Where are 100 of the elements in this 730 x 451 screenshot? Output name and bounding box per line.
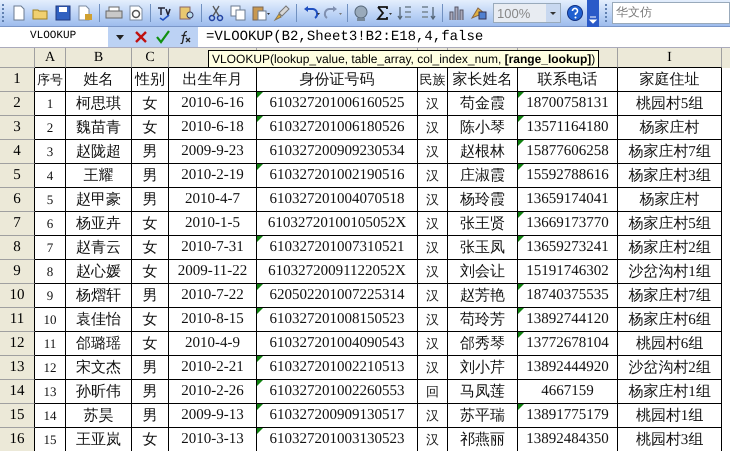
- table-cell: 13772678104: [518, 332, 618, 356]
- row-header[interactable]: 1: [0, 68, 35, 92]
- header-background: [722, 48, 730, 68]
- error-indicator-icon[interactable]: [518, 164, 524, 170]
- table-cell: 13669173770: [518, 212, 618, 236]
- error-indicator-icon[interactable]: [518, 140, 524, 146]
- row-header[interactable]: 13: [0, 356, 35, 380]
- table-cell: 男: [132, 380, 169, 404]
- table-cell: 女: [132, 92, 169, 116]
- error-indicator-icon[interactable]: [257, 284, 263, 290]
- table-cell: 61032720100105052X: [257, 212, 418, 236]
- sum-icon[interactable]: [374, 4, 394, 22]
- table-cell: 刘小芹: [448, 356, 518, 380]
- save-icon[interactable]: [53, 4, 73, 22]
- table-cell: 13659174041: [518, 188, 618, 212]
- table-cell: 汉: [418, 404, 448, 428]
- row-header[interactable]: 7: [0, 212, 35, 236]
- help-icon[interactable]: [565, 4, 585, 22]
- table-cell: 610327201006160525: [257, 92, 418, 116]
- error-indicator-icon[interactable]: [257, 356, 263, 362]
- table-cell: 4667159: [518, 380, 618, 404]
- error-indicator-icon[interactable]: [518, 116, 524, 122]
- table-cell: 13892484350: [518, 428, 618, 451]
- clipboard-icon[interactable]: [250, 4, 270, 22]
- table-cell: 6: [35, 212, 66, 236]
- table-cell: 18700758131: [518, 92, 618, 116]
- error-indicator-icon[interactable]: [257, 380, 263, 386]
- column-header[interactable]: A: [35, 48, 66, 68]
- table-cell: 2010-6-16: [169, 92, 257, 116]
- table-cell: 序号: [35, 68, 66, 92]
- table-cell: 2010-2-21: [169, 356, 257, 380]
- table-cell: 女: [132, 308, 169, 332]
- row-header[interactable]: 12: [0, 332, 35, 356]
- error-indicator-icon[interactable]: [518, 308, 524, 314]
- row-header[interactable]: 11: [0, 308, 35, 332]
- table-cell: 男: [132, 404, 169, 428]
- table-cell: 汉: [418, 92, 448, 116]
- table-cell: 610327200909130517: [257, 404, 418, 428]
- error-indicator-icon[interactable]: [257, 164, 263, 170]
- table-cell: 610327201002210513: [257, 356, 418, 380]
- table-cell: 1: [35, 92, 66, 116]
- table-cell: 苟玲芳: [448, 308, 518, 332]
- error-indicator-icon[interactable]: [257, 92, 263, 98]
- column-header[interactable]: B: [66, 48, 132, 68]
- table-cell: 女: [132, 332, 169, 356]
- row-header[interactable]: 5: [0, 164, 35, 188]
- table-cell: 13571164180: [518, 116, 618, 140]
- column-header[interactable]: I: [618, 48, 722, 68]
- table-cell: 赵青云: [66, 236, 132, 260]
- function-icon[interactable]: [178, 30, 192, 44]
- row-header[interactable]: 9: [0, 260, 35, 284]
- table-cell: 女: [132, 260, 169, 284]
- error-indicator-icon[interactable]: [257, 428, 263, 434]
- font-dropdown[interactable]: 华文仿: [612, 2, 730, 24]
- error-indicator-icon[interactable]: [518, 404, 524, 410]
- table-cell: 赵芳艳: [448, 284, 518, 308]
- copy-icon[interactable]: [228, 4, 248, 22]
- row-header[interactable]: 2: [0, 92, 35, 116]
- row-header[interactable]: 3: [0, 116, 35, 140]
- table-cell: 8: [35, 260, 66, 284]
- table-cell: 刘会让: [448, 260, 518, 284]
- error-indicator-icon[interactable]: [257, 116, 263, 122]
- error-indicator-icon[interactable]: [518, 284, 524, 290]
- row-header[interactable]: 10: [0, 284, 35, 308]
- toolbar-options-icon[interactable]: [587, 0, 599, 26]
- table-cell: 2010-1-5: [169, 212, 257, 236]
- cancel-icon[interactable]: [134, 30, 148, 44]
- table-cell: 杨亚卉: [66, 212, 132, 236]
- table-cell: 孙昕伟: [66, 380, 132, 404]
- error-indicator-icon[interactable]: [518, 212, 524, 218]
- table-cell: 王耀: [66, 164, 132, 188]
- table-cell: 女: [132, 428, 169, 451]
- table-cell: 13892744120: [518, 308, 618, 332]
- row-header[interactable]: 4: [0, 140, 35, 164]
- row-header[interactable]: 6: [0, 188, 35, 212]
- table-cell: 15592788616: [518, 164, 618, 188]
- column-header[interactable]: C: [132, 48, 169, 68]
- table-cell: 郃璐瑶: [66, 332, 132, 356]
- error-indicator-icon[interactable]: [518, 92, 524, 98]
- function-tooltip: VLOOKUP(lookup_value, table_array, col_index_num, [range_lookup]): [208, 50, 600, 68]
- brush-icon[interactable]: [272, 4, 292, 22]
- checkmark-icon[interactable]: [156, 30, 170, 44]
- error-indicator-icon[interactable]: [257, 308, 263, 314]
- error-indicator-icon[interactable]: [257, 404, 263, 410]
- error-indicator-icon[interactable]: [257, 236, 263, 242]
- table-cell: 汉: [418, 140, 448, 164]
- scissors-icon[interactable]: [206, 4, 226, 22]
- error-indicator-icon[interactable]: [518, 236, 524, 242]
- row-header[interactable]: 8: [0, 236, 35, 260]
- table-cell: 2010-6-18: [169, 116, 257, 140]
- table-cell: 2010-4-9: [169, 332, 257, 356]
- table-cell: 61032720091122052X: [257, 260, 418, 284]
- row-header[interactable]: 14: [0, 380, 35, 404]
- row-header[interactable]: 16: [0, 428, 35, 451]
- table-cell: 魏苗青: [66, 116, 132, 140]
- error-indicator-icon[interactable]: [518, 332, 524, 338]
- formula-input[interactable]: =VLOOKUP(B2,Sheet3!B2:E18,4,false: [198, 29, 730, 45]
- table-cell: 汉: [418, 212, 448, 236]
- table-cell: 15: [35, 428, 66, 451]
- row-header[interactable]: 15: [0, 404, 35, 428]
